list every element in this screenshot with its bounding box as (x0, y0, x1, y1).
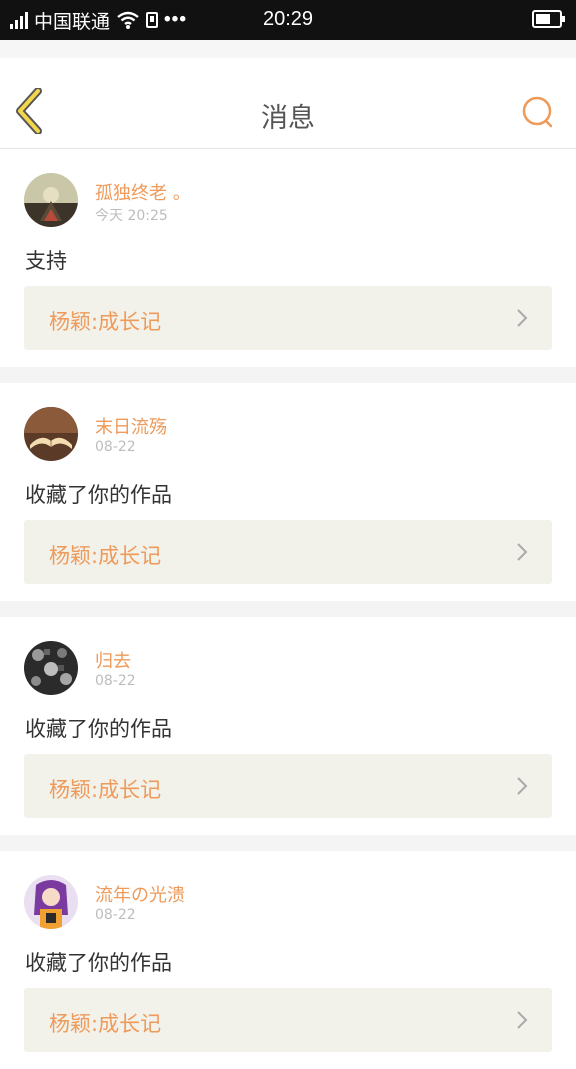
nav-bar: 消息 (0, 58, 576, 149)
work-link[interactable]: 杨颖:成长记 (24, 286, 552, 350)
page-title: 消息 (261, 103, 315, 134)
message-time: 08-22 (95, 673, 136, 689)
work-link[interactable]: 杨颖:成长记 (24, 988, 552, 1052)
message-time: 08-22 (95, 439, 136, 455)
work-title: 杨颖:成长记 (49, 1012, 162, 1036)
user-name[interactable]: 流年の光溃 (95, 881, 185, 907)
message-item: 归去 08-22 收藏了你的作品 杨颖:成长记 (0, 617, 576, 835)
work-title: 杨颖:成长记 (49, 544, 162, 568)
message-text: 收藏了你的作品 (25, 717, 172, 741)
user-avatar[interactable] (24, 875, 78, 929)
chevron-right-icon (517, 1011, 528, 1029)
search-icon[interactable] (520, 94, 556, 130)
work-title: 杨颖:成长记 (49, 778, 162, 802)
status-time: 20:29 (262, 8, 314, 30)
message-item: 流年の光溃 08-22 收藏了你的作品 杨颖:成长记 (0, 851, 576, 1069)
battery-icon (532, 10, 565, 28)
message-list: 孤独终老 。 今天 20:25 支持 杨颖:成长记 末日流殇 08-22 收藏了… (0, 149, 576, 1069)
divider (0, 601, 576, 617)
message-time: 08-22 (95, 907, 136, 923)
message-text: 收藏了你的作品 (25, 483, 172, 507)
user-avatar[interactable] (24, 173, 78, 227)
top-spacer (0, 40, 576, 58)
work-link[interactable]: 杨颖:成长记 (24, 754, 552, 818)
chevron-right-icon (517, 543, 528, 561)
user-avatar[interactable] (24, 641, 78, 695)
divider (0, 835, 576, 851)
message-time: 今天 20:25 (95, 208, 168, 224)
message-item: 末日流殇 08-22 收藏了你的作品 杨颖:成长记 (0, 383, 576, 601)
user-name[interactable]: 归去 (95, 647, 131, 673)
message-text: 收藏了你的作品 (25, 951, 172, 975)
message-item: 孤独终老 。 今天 20:25 支持 杨颖:成长记 (0, 149, 576, 367)
user-avatar[interactable] (24, 407, 78, 461)
work-link[interactable]: 杨颖:成长记 (24, 520, 552, 584)
chevron-right-icon (517, 309, 528, 327)
user-name[interactable]: 孤独终老 。 (95, 179, 191, 205)
user-name[interactable]: 末日流殇 (95, 413, 167, 439)
work-title: 杨颖:成长记 (49, 310, 162, 334)
chevron-right-icon (517, 777, 528, 795)
message-text: 支持 (25, 249, 67, 273)
divider (0, 367, 576, 383)
status-bar: 中国联通 ••• 20:29 (0, 0, 576, 40)
